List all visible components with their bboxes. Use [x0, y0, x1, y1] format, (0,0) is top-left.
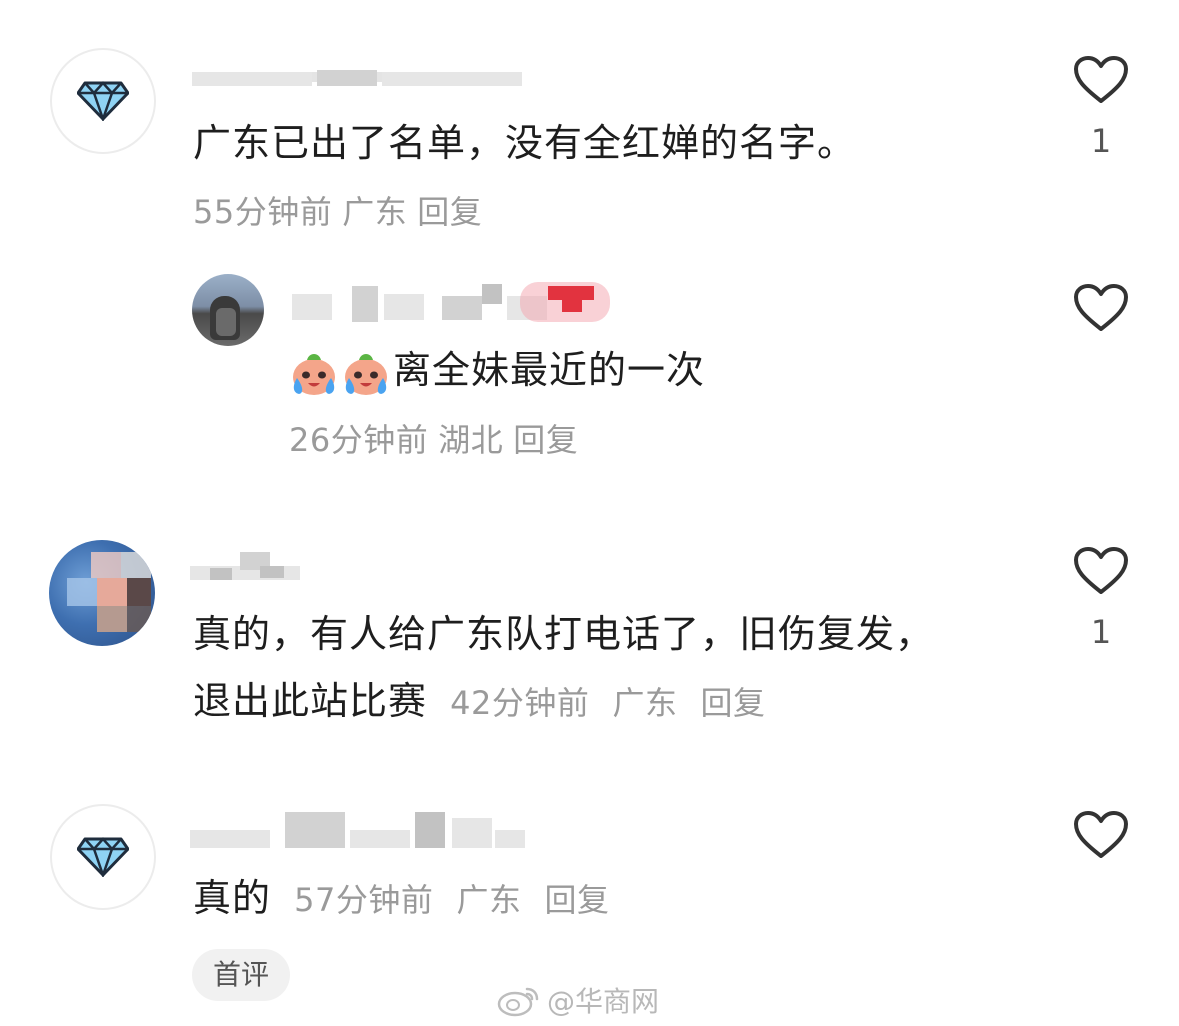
- comment-time: 42分钟前: [450, 684, 590, 722]
- reply-button[interactable]: 回复: [545, 881, 610, 919]
- heart-icon: [1074, 56, 1128, 103]
- user-avatar[interactable]: [49, 540, 155, 646]
- username-blurred[interactable]: [190, 548, 310, 582]
- comment-text-line2: 退出此站比赛 42分钟前 广东 回复: [193, 675, 766, 729]
- comment-text: 广东已出了名单，没有全红婵的名字。: [193, 121, 857, 165]
- comment-location: 广东: [612, 684, 678, 722]
- like-button[interactable]: 1: [1071, 546, 1131, 650]
- like-button[interactable]: [1071, 810, 1131, 860]
- user-avatar[interactable]: [192, 274, 264, 346]
- diamond-icon: [77, 81, 129, 121]
- like-count: 1: [1090, 613, 1112, 651]
- heart-icon: [1074, 547, 1128, 594]
- first-comment-tag[interactable]: 首评: [192, 949, 290, 1001]
- comment-time: 26分钟前: [289, 421, 429, 459]
- watermark: @华商网: [497, 980, 659, 1020]
- like-button[interactable]: [1071, 283, 1131, 333]
- user-avatar[interactable]: [50, 48, 156, 154]
- comment-text-line1: 真的，有人给广东队打电话了，旧伤复发，: [193, 612, 935, 656]
- comment-location: 广东: [342, 193, 408, 231]
- username-blurred[interactable]: [190, 810, 535, 850]
- reply-text-row: 离全妹最近的一次: [289, 344, 705, 398]
- comment-time: 57分钟前: [294, 881, 434, 919]
- comment-meta: 55分钟前 广东 回复: [193, 190, 482, 234]
- comment-text-row: 真的 57分钟前 广东 回复: [193, 872, 610, 926]
- like-button[interactable]: 1: [1071, 55, 1131, 159]
- crying-face-emoji: [345, 353, 387, 395]
- comment-location: 湖北: [438, 421, 504, 459]
- reply-button[interactable]: 回复: [513, 421, 578, 459]
- comment-time: 55分钟前: [193, 193, 333, 231]
- username-blurred[interactable]: [192, 52, 532, 86]
- heart-icon: [1074, 284, 1128, 331]
- comment-location: 广东: [456, 881, 522, 919]
- diamond-icon: [77, 837, 129, 877]
- reply-meta: 26分钟前 湖北 回复: [289, 418, 578, 462]
- watermark-text: @华商网: [547, 985, 660, 1018]
- comment-text: 真的: [193, 876, 272, 920]
- username-blurred[interactable]: [292, 282, 622, 322]
- heart-icon: [1074, 811, 1128, 858]
- like-count: 1: [1090, 122, 1112, 160]
- comment-text-line2-content: 退出此站比赛: [193, 679, 428, 723]
- reply-text: 离全妹最近的一次: [393, 348, 706, 392]
- user-avatar[interactable]: [50, 804, 156, 910]
- reply-button[interactable]: 回复: [417, 193, 482, 231]
- weibo-logo-icon: [497, 987, 539, 1017]
- reply-button[interactable]: 回复: [701, 684, 766, 722]
- crying-face-emoji: [293, 353, 335, 395]
